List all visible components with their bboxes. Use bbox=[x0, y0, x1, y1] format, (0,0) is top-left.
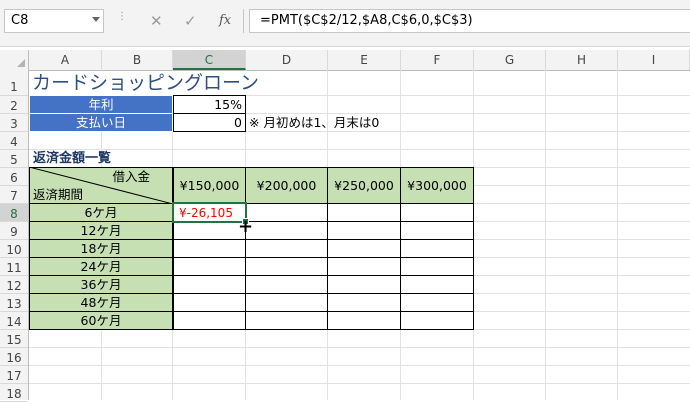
column-header-g[interactable]: G bbox=[474, 50, 546, 70]
header-period-label: 返済期間 bbox=[33, 187, 84, 202]
column-header-e[interactable]: E bbox=[328, 50, 401, 70]
row-header-2[interactable]: 2 bbox=[0, 96, 28, 114]
row-header-11[interactable]: 11 bbox=[0, 258, 28, 276]
payday-label-cell[interactable]: 支払い日 bbox=[29, 113, 173, 132]
period-cell-14[interactable]: 60ケ月 bbox=[29, 311, 173, 330]
period-cell-10[interactable]: 18ケ月 bbox=[29, 239, 173, 258]
formula-bar: C8 ⋮ ✕ ✓ fx =PMT($C$2/12,$A8,C$6,0,$C$3) bbox=[0, 0, 690, 47]
period-cell-9[interactable]: 12ケ月 bbox=[29, 221, 173, 240]
amount-header-d[interactable]: ¥200,000 bbox=[245, 167, 328, 204]
column-header-a[interactable]: A bbox=[29, 50, 102, 70]
gridline bbox=[29, 347, 690, 348]
formula-input[interactable]: =PMT($C$2/12,$A8,C$6,0,$C$3) bbox=[249, 9, 690, 33]
gridline bbox=[29, 149, 690, 150]
column-header-b[interactable]: B bbox=[102, 50, 173, 70]
drag-handle-icon[interactable]: ⋮ bbox=[117, 12, 127, 22]
insert-function-icon[interactable]: fx bbox=[219, 12, 231, 30]
name-box[interactable]: C8 bbox=[4, 9, 104, 33]
gridline bbox=[29, 383, 690, 384]
column-header-d[interactable]: D bbox=[246, 50, 328, 70]
row-header-10[interactable]: 10 bbox=[0, 240, 28, 258]
row-header-9[interactable]: 9 bbox=[0, 222, 28, 240]
gridline bbox=[545, 70, 546, 400]
gridline bbox=[617, 70, 618, 400]
period-cell-12[interactable]: 36ケ月 bbox=[29, 275, 173, 294]
gridline bbox=[29, 365, 690, 366]
rate-value-cell[interactable]: 15% bbox=[173, 95, 246, 114]
cancel-icon[interactable]: ✕ bbox=[150, 12, 163, 30]
row-header-3[interactable]: 3 bbox=[0, 114, 28, 132]
column-header-f[interactable]: F bbox=[401, 50, 474, 70]
amount-header-c[interactable]: ¥150,000 bbox=[173, 167, 246, 204]
row-header-7[interactable]: 7 bbox=[0, 186, 28, 204]
payday-value-cell[interactable]: 0 bbox=[173, 113, 246, 132]
row-header-17[interactable]: 17 bbox=[0, 366, 28, 384]
formula-text: =PMT($C$2/12,$A8,C$6,0,$C$3) bbox=[260, 13, 473, 28]
row-header-14[interactable]: 14 bbox=[0, 312, 28, 330]
crosshair-cursor-icon: + bbox=[238, 216, 254, 237]
formula-bar-divider bbox=[243, 9, 244, 33]
select-all-button[interactable] bbox=[0, 50, 29, 70]
select-all-icon bbox=[17, 59, 25, 67]
chevron-down-icon[interactable] bbox=[92, 17, 100, 22]
amount-header-f[interactable]: ¥300,000 bbox=[400, 167, 474, 204]
amount-header-e[interactable]: ¥250,000 bbox=[327, 167, 401, 204]
row-header-13[interactable]: 13 bbox=[0, 294, 28, 312]
period-cell-11[interactable]: 24ケ月 bbox=[29, 257, 173, 276]
period-cell-8[interactable]: 6ケ月 bbox=[29, 203, 173, 222]
row-header-18[interactable]: 18 bbox=[0, 384, 28, 402]
payday-note[interactable]: ※ 月初めは1、月末は0 bbox=[249, 114, 379, 132]
column-header-h[interactable]: H bbox=[546, 50, 618, 70]
rate-label-cell[interactable]: 年利 bbox=[29, 95, 173, 114]
enter-icon[interactable]: ✓ bbox=[184, 12, 197, 30]
row-header-8[interactable]: 8 bbox=[0, 204, 28, 222]
column-header-bar: A B C D E F G H I bbox=[0, 50, 690, 71]
row-header-16[interactable]: 16 bbox=[0, 348, 28, 366]
worksheet-grid[interactable]: カードショッピングローン 年利 15% 支払い日 0 ※ 月初めは1、月末は0 … bbox=[29, 70, 690, 400]
row-header-bar: 1 2 3 4 5 6 7 8 9 10 11 12 13 14 15 16 1… bbox=[0, 70, 29, 402]
row-header-12[interactable]: 12 bbox=[0, 276, 28, 294]
row-header-15[interactable]: 15 bbox=[0, 330, 28, 348]
period-cell-13[interactable]: 48ケ月 bbox=[29, 293, 173, 312]
header-diagonal-cell[interactable]: 借入金 返済期間 bbox=[29, 167, 173, 204]
header-borrow-label: 借入金 bbox=[112, 169, 150, 184]
row-header-1[interactable]: 1 bbox=[0, 70, 28, 96]
active-cell-selection[interactable] bbox=[172, 202, 247, 223]
row-header-5[interactable]: 5 bbox=[0, 150, 28, 168]
row-header-6[interactable]: 6 bbox=[0, 168, 28, 186]
name-box-value: C8 bbox=[11, 13, 29, 28]
table-title[interactable]: 返済金額一覧 bbox=[33, 150, 111, 168]
row-header-4[interactable]: 4 bbox=[0, 132, 28, 150]
column-header-i[interactable]: I bbox=[618, 50, 690, 70]
sheet-title[interactable]: カードショッピングローン bbox=[32, 71, 260, 95]
column-header-c[interactable]: C bbox=[173, 50, 246, 70]
